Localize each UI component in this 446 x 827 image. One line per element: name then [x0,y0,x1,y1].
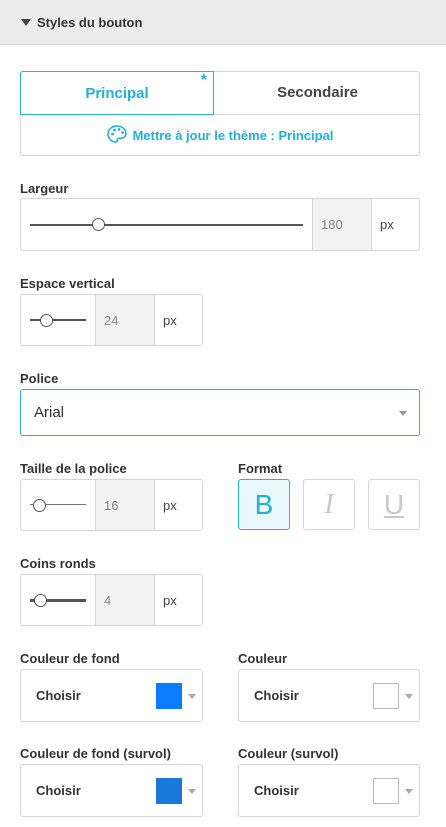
update-theme-button[interactable]: Mettre à jour le thème : Principal [21,115,419,156]
background-color-swatch [156,683,182,709]
caret-down-icon [405,694,413,699]
text-color-choose: Choisir [254,688,299,703]
corners-unit: px [163,592,177,608]
vertical-spacing-field: 24 px [20,294,203,346]
vertical-spacing-slider[interactable] [21,295,95,345]
panel-header[interactable]: Styles du bouton [0,0,446,45]
font-size-field: 16 px [20,479,203,531]
text-color-label: Couleur [238,651,288,666]
theme-tabs: Principal * Secondaire Mettre à jour le … [20,71,421,156]
font-size-unit: px [163,497,177,513]
tab-primary-label: Principal [85,84,149,102]
background-hover-color-choose: Choisir [36,783,81,798]
width-slider-thumb[interactable] [92,218,105,231]
caret-down-icon [405,789,413,794]
palette-icon [106,125,127,146]
italic-button[interactable]: I [303,479,355,530]
width-field: 180 px [20,198,420,251]
width-input[interactable]: 180 [312,199,372,250]
width-unit: px [380,217,394,232]
background-hover-color-swatch [156,778,182,804]
caret-down-icon [399,411,407,416]
panel-title: Styles du bouton [37,14,143,30]
vertical-spacing-unit: px [163,312,177,328]
width-label: Largeur [20,181,69,196]
corners-slider-thumb[interactable] [34,593,47,607]
background-hover-color-label: Couleur de fond (survol) [20,746,171,761]
update-theme-label: Mettre à jour le thème : Principal [132,128,334,143]
text-hover-color-swatch [373,778,399,804]
bold-button[interactable]: B [238,479,290,530]
vertical-spacing-slider-track [30,319,86,321]
corners-input[interactable]: 4 [95,575,155,625]
font-size-input[interactable]: 16 [95,480,155,530]
corners-field: 4 px [20,574,203,626]
underline-button[interactable]: U [368,479,420,530]
caret-down-icon [188,694,196,699]
tab-secondary[interactable]: Secondaire [214,71,421,115]
font-size-label: Taille de la police [20,461,127,476]
vertical-spacing-slider-thumb[interactable] [40,313,53,327]
text-color-picker[interactable]: Choisir [238,669,420,722]
font-select[interactable]: Arial [20,389,420,436]
text-hover-color-choose: Choisir [254,783,299,798]
vertical-spacing-label: Espace vertical [20,276,115,291]
text-hover-color-picker[interactable]: Choisir [238,764,420,817]
width-slider-track [30,223,303,226]
background-color-label: Couleur de fond [20,651,120,666]
corners-slider[interactable] [21,575,95,625]
format-label: Format [238,461,283,476]
caret-down-icon [188,789,196,794]
text-hover-color-label: Couleur (survol) [238,746,339,761]
width-slider[interactable] [21,199,312,250]
font-label: Police [20,371,59,386]
background-hover-color-picker[interactable]: Choisir [20,764,203,817]
font-select-value: Arial [34,404,65,421]
modified-marker: * [200,72,207,89]
font-size-slider[interactable] [21,480,95,530]
tab-primary[interactable]: Principal * [20,71,214,115]
text-color-swatch [373,683,399,709]
background-color-picker[interactable]: Choisir [20,669,203,722]
background-color-choose: Choisir [36,688,81,703]
corners-label: Coins ronds [20,556,96,571]
caret-down-icon [21,18,31,26]
font-size-slider-thumb[interactable] [33,498,46,512]
vertical-spacing-input[interactable]: 24 [95,295,155,345]
